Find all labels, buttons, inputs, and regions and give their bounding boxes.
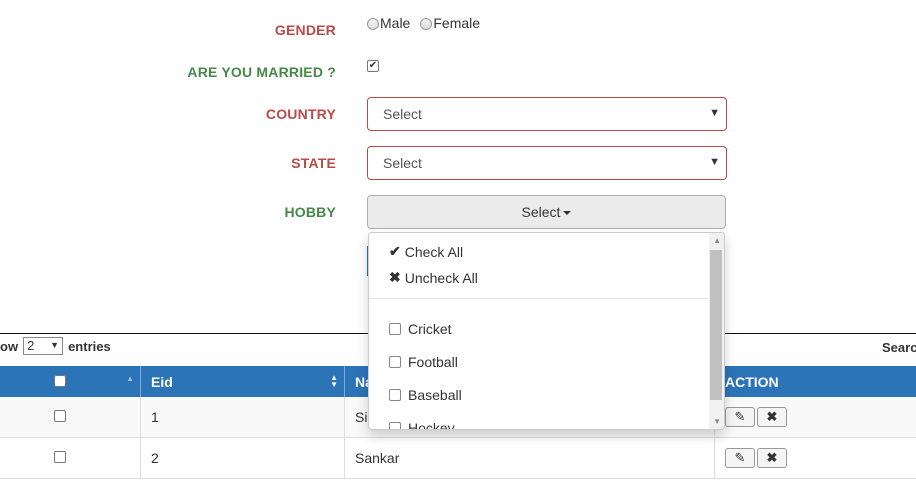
hobby-label: HOBBY: [284, 204, 336, 220]
select-all-header[interactable]: ▲: [0, 366, 141, 397]
country-label: COUNTRY: [265, 106, 336, 122]
column-header-action: ACTION: [715, 366, 916, 397]
close-icon: ✖: [389, 269, 401, 285]
entries-select-value: 2: [27, 338, 35, 353]
hobby-select-button[interactable]: Select: [367, 195, 726, 229]
hobby-option-cricket[interactable]: Cricket: [389, 321, 452, 337]
eid-cell: 2: [141, 438, 345, 479]
edit-button[interactable]: ✎: [725, 407, 755, 427]
name-cell: Sankar: [345, 438, 715, 479]
edit-icon: ✎: [734, 409, 746, 424]
row-checkbox[interactable]: [54, 451, 66, 463]
checkmark-icon: ✔: [389, 243, 401, 259]
delete-icon: ✖: [766, 450, 778, 465]
action-header-label: ACTION: [725, 374, 779, 390]
sort-asc-icon: ▲: [126, 374, 134, 383]
action-cell: ✎ ✖: [715, 438, 916, 479]
action-cell: ✎ ✖: [715, 397, 916, 438]
football-checkbox[interactable]: [389, 356, 401, 368]
delete-icon: ✖: [766, 409, 778, 424]
scroll-up-arrow-icon[interactable]: ▲: [713, 236, 721, 245]
chevron-down-icon: ▼: [709, 107, 720, 119]
gender-radio-group: Male Female: [367, 15, 480, 31]
show-prefix: ow: [0, 338, 19, 354]
dropdown-scrollbar[interactable]: ▲ ▼: [709, 233, 724, 429]
hobby-option-label: Football: [408, 354, 458, 370]
scrollbar-thumb[interactable]: [710, 250, 722, 400]
chevron-down-icon: ▼: [709, 156, 720, 168]
hobby-option-label: Hockey: [408, 420, 455, 430]
delete-button[interactable]: ✖: [757, 448, 787, 468]
check-all-action[interactable]: ✔ Check All: [389, 243, 463, 260]
delete-button[interactable]: ✖: [757, 407, 787, 427]
country-select-value: Select: [383, 106, 422, 122]
edit-icon: ✎: [734, 450, 746, 465]
eid-header-label: Eid: [151, 374, 173, 390]
hobby-option-football[interactable]: Football: [389, 354, 458, 370]
hobby-option-baseball[interactable]: Baseball: [389, 387, 462, 403]
cricket-checkbox[interactable]: [389, 323, 401, 335]
state-label: STATE: [291, 155, 336, 171]
hobby-option-label: Cricket: [408, 321, 452, 337]
row-select-cell: [0, 438, 141, 479]
show-suffix: entries: [68, 338, 111, 354]
hobby-option-hockey[interactable]: Hockey: [389, 420, 455, 430]
hobby-button-label: Select: [521, 204, 561, 220]
row-checkbox[interactable]: [54, 410, 66, 422]
baseball-checkbox[interactable]: [389, 389, 401, 401]
hobby-option-label: Baseball: [408, 387, 462, 403]
hockey-checkbox[interactable]: [389, 422, 401, 429]
hobby-dropdown-menu: ✔ Check All ✖ Uncheck All Cricket Footba…: [368, 232, 725, 430]
dropdown-divider: [369, 298, 708, 299]
show-entries-control: ow 2 ▼ entries: [0, 337, 111, 355]
married-checkbox[interactable]: ✔: [367, 60, 379, 72]
sort-icon: ▲ ▼: [330, 373, 338, 389]
male-label: Male: [380, 15, 411, 31]
caret-down-icon: [563, 211, 572, 216]
table-row: 2 Sankar ✎ ✖: [0, 438, 916, 479]
row-select-cell: [0, 397, 141, 438]
gender-male-option[interactable]: Male: [367, 15, 410, 31]
edit-button[interactable]: ✎: [725, 448, 755, 468]
chevron-down-icon: ▼: [50, 340, 60, 350]
state-select[interactable]: Select ▼: [367, 146, 727, 180]
married-label: ARE YOU MARRIED ?: [187, 64, 336, 80]
eid-cell: 1: [141, 397, 345, 438]
uncheck-all-label: Uncheck All: [404, 269, 478, 286]
select-all-checkbox[interactable]: [54, 375, 66, 387]
column-header-eid[interactable]: Eid ▲ ▼: [141, 366, 345, 397]
female-label: Female: [433, 15, 481, 31]
search-label: Searc: [882, 340, 916, 355]
country-select[interactable]: Select ▼: [367, 97, 727, 131]
gender-label: GENDER: [274, 22, 336, 38]
male-radio[interactable]: [367, 18, 379, 30]
gender-female-option[interactable]: Female: [420, 15, 480, 31]
uncheck-all-action[interactable]: ✖ Uncheck All: [389, 269, 478, 286]
female-radio[interactable]: [420, 18, 433, 30]
check-all-label: Check All: [404, 243, 464, 260]
scroll-down-arrow-icon[interactable]: ▼: [713, 417, 721, 426]
state-select-value: Select: [383, 155, 422, 171]
entries-select[interactable]: 2 ▼: [23, 337, 64, 355]
